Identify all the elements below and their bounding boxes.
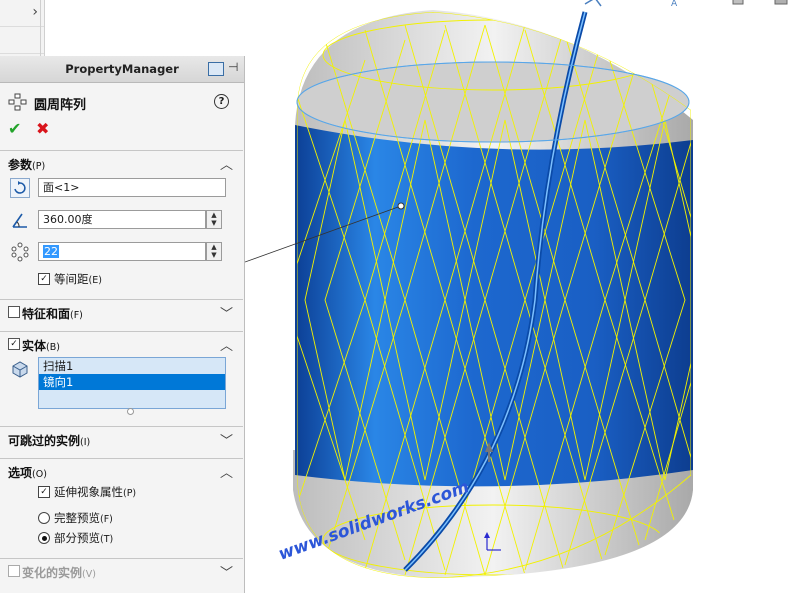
chevron-down-icon[interactable]: ﹀ (220, 303, 233, 322)
heads-up-toolbar[interactable]: A (584, 0, 788, 9)
checkbox-checked[interactable]: ✓ (38, 273, 50, 285)
model-render[interactable]: www.solidworks.com A (244, 0, 794, 593)
section-label: 变化的实例(V) (22, 566, 96, 580)
appearance-icon[interactable] (732, 0, 744, 5)
view-tool-icon[interactable] (584, 0, 602, 7)
tree-row[interactable] (0, 27, 44, 54)
radio-selected[interactable] (38, 532, 50, 544)
property-manager: PropertyManager ⊣ 圆周阵列 ? ✔ ✖ 参数(P) ︿ 面<1… (0, 56, 245, 593)
bodies-list[interactable]: 扫描1 镜向1 (38, 357, 226, 409)
angle-field[interactable]: 360.00度 (38, 210, 206, 229)
chevron-right-icon[interactable]: › (32, 4, 38, 20)
detail-view-icon[interactable] (208, 62, 224, 76)
radio-unselected[interactable] (38, 512, 50, 524)
section-features-faces[interactable]: 特征和面(F) ﹀ (0, 299, 243, 324)
angle-spinner[interactable]: ▲ ▼ (206, 210, 222, 229)
checkbox-checked[interactable]: ✓ (8, 338, 20, 350)
pm-header: PropertyManager ⊣ (0, 56, 244, 83)
feature-tree-strip: › (0, 0, 45, 56)
section-skip-instances[interactable]: 可跳过的实例(I) ﹀ (0, 426, 243, 451)
chevron-up-icon[interactable]: ︿ (220, 462, 233, 481)
divider (40, 0, 41, 56)
top-opening (296, 61, 690, 143)
checkbox-checked[interactable]: ✓ (38, 486, 50, 498)
section-bodies[interactable]: ✓ 实体(B) ︿ (0, 331, 243, 356)
pin-icon[interactable]: ⊣ (228, 60, 238, 74)
chevron-down-icon[interactable]: ﹀ (220, 430, 233, 449)
list-item[interactable]: 扫描1 (39, 358, 225, 374)
section-label: 特征和面(F) (22, 307, 83, 321)
section-label: 可跳过的实例(I) (8, 434, 91, 448)
partial-preview-radio[interactable]: 部分预览(T) (38, 530, 113, 546)
leader-point[interactable] (397, 202, 405, 210)
section-params[interactable]: 参数(P) ︿ (0, 150, 243, 175)
section-vary-instances[interactable]: 变化的实例(V) ﹀ (0, 558, 243, 583)
chevron-down-icon[interactable]: ﹀ (220, 562, 233, 581)
count-spinner[interactable]: ▲ ▼ (206, 242, 222, 261)
extend-visual-checkbox[interactable]: ✓ 延伸视象属性(P) (38, 484, 136, 500)
scene-icon[interactable] (774, 0, 788, 5)
circular-pattern-icon (8, 93, 27, 111)
ok-button[interactable]: ✔ (8, 119, 21, 138)
solid-body-icon (12, 361, 28, 378)
angle-icon (12, 213, 27, 228)
checkbox-unchecked[interactable] (8, 565, 20, 577)
graphics-viewport[interactable]: www.solidworks.com A (244, 0, 794, 593)
cancel-button[interactable]: ✖ (36, 119, 49, 138)
section-options[interactable]: 选项(O) ︿ (0, 458, 243, 483)
display-style-icon[interactable]: A (671, 0, 678, 9)
section-label: 参数(P) (8, 158, 46, 172)
instance-count-icon (11, 242, 29, 262)
list-item-selected[interactable]: 镜向1 (39, 374, 225, 390)
resize-grip[interactable] (127, 408, 134, 415)
axis-field[interactable]: 面<1> (38, 178, 226, 197)
axis-direction-icon[interactable] (10, 178, 30, 198)
help-icon[interactable]: ? (214, 94, 229, 109)
checkbox-unchecked[interactable] (8, 306, 20, 318)
equal-spacing-checkbox[interactable]: ✓ 等间距(E) (38, 271, 102, 287)
chevron-up-icon[interactable]: ︿ (220, 154, 233, 173)
count-field[interactable]: 22 (38, 242, 206, 261)
feature-name: 圆周阵列 (34, 98, 87, 113)
section-label: 选项(O) (8, 466, 47, 480)
chevron-up-icon[interactable]: ︿ (220, 335, 233, 354)
section-label: 实体(B) (22, 339, 60, 353)
full-preview-radio[interactable]: 完整预览(F) (38, 510, 113, 526)
